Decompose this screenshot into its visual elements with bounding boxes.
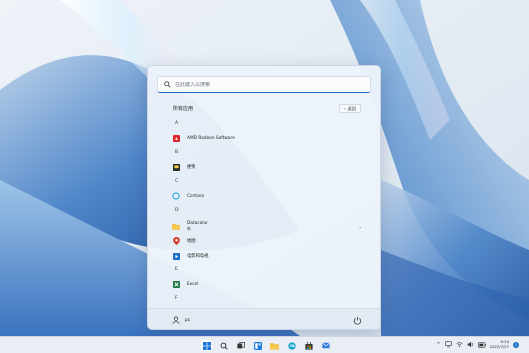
search-input[interactable]	[175, 81, 365, 88]
user-name: pc	[185, 317, 191, 323]
list-item-movies-tv[interactable]: 电影和电视	[172, 252, 366, 260]
show-hidden-icons-button[interactable]: ^	[436, 342, 440, 348]
user-icon	[172, 316, 180, 324]
back-button-label: 返回	[347, 105, 356, 111]
clock-date: 2022/7/27	[489, 343, 509, 349]
folder-icon	[270, 342, 279, 350]
start-menu: 所有应用 ‹ 返回 A AMD Radeon Software B 便笺 C C…	[147, 65, 381, 330]
folder-label: Datacolor 新	[187, 221, 208, 231]
list-item-cortana[interactable]: Cortana	[172, 192, 366, 200]
store-icon	[304, 341, 313, 350]
battery-icon[interactable]	[477, 341, 486, 348]
new-badge: 新	[187, 226, 191, 231]
power-icon[interactable]	[353, 316, 362, 325]
network-icon[interactable]	[444, 341, 452, 348]
taskbar: ^ 9:34 2022/7/27 1	[0, 336, 529, 353]
search-icon	[164, 81, 171, 88]
sticky-notes-icon	[172, 163, 180, 171]
wifi-icon[interactable]	[456, 341, 463, 348]
list-item-maps[interactable]: 地图	[172, 237, 366, 245]
section-letter-c[interactable]: C	[175, 179, 369, 184]
section-letter-e[interactable]: E	[175, 267, 369, 272]
list-item-excel[interactable]: Excel	[172, 280, 366, 288]
movies-tv-icon	[172, 252, 180, 260]
section-letter-a[interactable]: A	[175, 121, 369, 126]
start-menu-footer: pc	[148, 308, 380, 329]
excel-icon	[172, 280, 180, 288]
store-button[interactable]	[303, 340, 314, 351]
taskbar-clock[interactable]: 9:34 2022/7/27	[489, 339, 509, 349]
volume-icon[interactable]	[467, 341, 474, 348]
chevron-down-icon: ⌄	[358, 223, 362, 229]
system-tray: ^ 9:34 2022/7/27 1	[436, 339, 519, 349]
app-label: AMD Radeon Software	[187, 135, 235, 141]
notification-badge[interactable]: 1	[513, 341, 519, 348]
app-label: Excel	[187, 281, 199, 287]
search-box[interactable]	[157, 76, 371, 93]
mail-button[interactable]	[320, 340, 331, 351]
section-letter-b[interactable]: B	[175, 150, 369, 155]
file-explorer-button[interactable]	[269, 340, 280, 351]
app-label: 电影和电视	[187, 253, 209, 259]
windows-logo-icon	[202, 341, 211, 350]
maps-icon	[172, 237, 180, 245]
folder-icon	[172, 222, 180, 230]
app-label: Cortana	[187, 193, 205, 199]
app-label: 便笺	[187, 164, 196, 170]
user-account-button[interactable]: pc	[172, 316, 190, 324]
taskbar-apps	[201, 340, 331, 351]
section-letter-d[interactable]: D	[175, 208, 369, 213]
start-button[interactable]	[201, 340, 212, 351]
list-item-datacolor-folder[interactable]: Datacolor 新 ⌄	[172, 220, 366, 232]
list-item-sticky-notes[interactable]: 便笺	[172, 163, 366, 171]
list-item-amd-radeon[interactable]: AMD Radeon Software	[172, 134, 366, 142]
app-label: 地图	[187, 238, 196, 244]
amd-radeon-icon	[172, 134, 180, 142]
edge-button[interactable]	[286, 340, 297, 351]
widgets-button[interactable]	[252, 340, 263, 351]
back-button[interactable]: ‹ 返回	[339, 104, 361, 113]
widgets-icon	[253, 341, 262, 350]
cortana-icon	[172, 192, 180, 200]
all-apps-title: 所有应用	[173, 106, 194, 112]
task-view-button[interactable]	[235, 340, 246, 351]
taskbar-search-button[interactable]	[218, 340, 229, 351]
section-letter-f[interactable]: F	[175, 296, 369, 301]
task-view-icon	[236, 341, 245, 348]
edge-icon	[287, 341, 296, 350]
search-icon	[220, 342, 228, 350]
mail-icon	[321, 342, 330, 349]
all-apps-header: 所有应用 ‹ 返回	[173, 104, 361, 113]
chevron-left-icon: ‹	[344, 106, 346, 111]
